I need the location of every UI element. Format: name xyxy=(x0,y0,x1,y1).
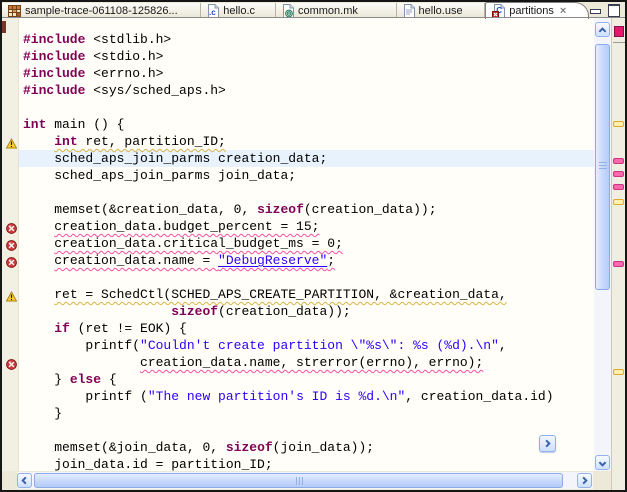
minimize-icon[interactable] xyxy=(589,4,601,14)
tab-hello-use[interactable]: hello.use xyxy=(397,3,486,18)
range-indicator xyxy=(2,21,6,33)
error-marker[interactable] xyxy=(613,171,624,177)
next-annotation-button[interactable] xyxy=(539,435,556,452)
code-lines: #include <stdlib.h>#include <stdio.h>#in… xyxy=(19,31,594,471)
code-line xyxy=(19,184,594,201)
warning-marker[interactable] xyxy=(613,199,624,205)
code-line: sched_aps_join_parms join_data; xyxy=(19,167,594,184)
code-line: printf ("The new partition's ID is %d.\n… xyxy=(19,388,594,405)
horizontal-scrollbar[interactable] xyxy=(2,471,594,490)
annotation-ruler[interactable] xyxy=(2,18,18,471)
text-file-icon xyxy=(403,4,415,18)
error-icon[interactable] xyxy=(6,255,17,266)
warning-icon[interactable] xyxy=(6,136,17,147)
code-line: printf("Couldn't create partition \"%s\"… xyxy=(19,337,594,354)
code-editor[interactable]: #include <stdlib.h>#include <stdio.h>#in… xyxy=(18,18,594,471)
code-line: int ret, partition_ID; xyxy=(19,133,594,150)
tab-label: partitions xyxy=(509,5,554,17)
maximize-icon[interactable] xyxy=(607,4,619,14)
scroll-down-button[interactable] xyxy=(595,455,610,470)
view-buttons xyxy=(589,4,619,14)
code-line: int main () { xyxy=(19,116,594,133)
close-tab-icon[interactable]: × xyxy=(560,6,566,16)
tab-label: hello.c xyxy=(223,5,255,17)
scroll-right-button[interactable] xyxy=(577,473,592,488)
code-line: ret = SchedCtl(SCHED_APS_CREATE_PARTITIO… xyxy=(19,286,594,303)
horizontal-scrollbar-thumb[interactable] xyxy=(34,473,563,488)
error-marker[interactable] xyxy=(613,158,624,164)
c-file-error-icon: C xyxy=(492,4,505,18)
window-border-top xyxy=(0,0,627,2)
code-line xyxy=(19,422,594,439)
warning-icon[interactable] xyxy=(6,289,17,300)
warning-marker[interactable] xyxy=(613,121,624,127)
warning-marker[interactable] xyxy=(613,369,624,375)
code-line: creation_data.name, strerror(errno), err… xyxy=(19,354,594,371)
chevron-right-icon xyxy=(581,472,588,490)
trace-icon xyxy=(8,5,21,17)
code-line: memset(&creation_data, 0, sizeof(creatio… xyxy=(19,201,594,218)
tab-bar-underline xyxy=(2,17,625,18)
thumb-grip xyxy=(296,477,305,485)
error-marker[interactable] xyxy=(613,184,624,190)
error-indicator[interactable] xyxy=(614,26,624,37)
tab-label: sample-trace-061108-125826... xyxy=(25,5,178,17)
thumb-grip xyxy=(599,162,607,171)
error-icon[interactable] xyxy=(6,221,17,232)
makefile-icon xyxy=(282,4,294,18)
code-line: } xyxy=(19,405,594,422)
code-line xyxy=(19,99,594,116)
code-line: sizeof(creation_data)); xyxy=(19,303,594,320)
c-file-icon: .c xyxy=(207,4,219,18)
vertical-scrollbar[interactable] xyxy=(594,18,611,471)
code-line: creation_data.critical_budget_ms = 0; xyxy=(19,235,594,252)
code-line: creation_data.budget_percent = 15; xyxy=(19,218,594,235)
error-icon[interactable] xyxy=(6,238,17,249)
chevron-down-icon xyxy=(598,454,607,472)
window-border-left xyxy=(0,0,2,492)
chevron-left-icon xyxy=(21,472,28,490)
error-marker[interactable] xyxy=(613,261,624,267)
code-line xyxy=(19,269,594,286)
code-line: #include <sys/sched_aps.h> xyxy=(19,82,594,99)
tab-label: common.mk xyxy=(298,5,358,17)
overview-ruler[interactable] xyxy=(611,18,625,490)
tab-sample-trace-061108-125826[interactable]: sample-trace-061108-125826... xyxy=(2,3,201,18)
chevron-up-icon xyxy=(598,21,607,39)
chevron-right-icon xyxy=(544,435,551,453)
vertical-scrollbar-thumb[interactable] xyxy=(595,44,610,290)
code-line: creation_data.name = "DebugReserve"; xyxy=(19,252,594,269)
svg-text:.c: .c xyxy=(209,8,216,17)
tab-common-mk[interactable]: common.mk xyxy=(276,3,397,18)
code-line: join_data.id = partition_ID; xyxy=(19,456,594,471)
scroll-left-button[interactable] xyxy=(17,473,32,488)
overview-ruler-separator xyxy=(613,42,625,43)
code-line: memset(&join_data, 0, sizeof(join_data))… xyxy=(19,439,594,456)
tab-label: hello.use xyxy=(419,5,463,17)
editor-window: sample-trace-061108-125826... .c hello.c… xyxy=(0,0,627,492)
code-line: } else { xyxy=(19,371,594,388)
code-line: #include <stdio.h> xyxy=(19,48,594,65)
tab-bar: sample-trace-061108-125826... .c hello.c… xyxy=(2,2,625,18)
code-line: sched_aps_join_parms creation_data; xyxy=(19,150,594,167)
tab-hello-c[interactable]: .c hello.c xyxy=(201,3,276,18)
code-line: #include <errno.h> xyxy=(19,65,594,82)
code-line: if (ret != EOK) { xyxy=(19,320,594,337)
scroll-up-button[interactable] xyxy=(595,22,610,37)
code-line: #include <stdlib.h> xyxy=(19,31,594,48)
error-icon[interactable] xyxy=(6,357,17,368)
